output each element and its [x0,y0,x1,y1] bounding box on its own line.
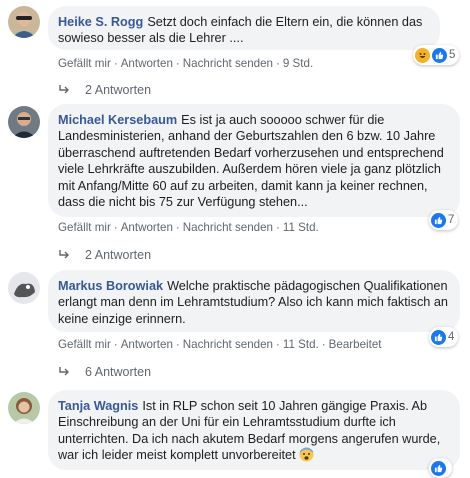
reply-link[interactable]: Antworten [121,57,173,70]
avatar[interactable] [8,106,40,138]
comment-actions: Gefällt mir · Antworten · Nachricht senden · 1… [58,221,319,234]
comment-text: Es ist ja auch sooooo schwer für die Lan… [58,113,444,210]
timestamp[interactable]: 11 Std. [283,221,319,234]
comment-bubble: Heike S. Rogg Setzt doch einfach die Elte… [48,6,440,50]
reply-arrow-icon [59,85,69,94]
fearful-face-icon [299,447,314,466]
reply-link[interactable]: Antworten [121,221,173,234]
replies-count: 2 Antworten [85,83,152,97]
replies-count: 2 Antworten [85,248,152,262]
reaction-summary[interactable]: 4 [429,327,459,347]
send-message-link[interactable]: Nachricht senden [183,338,273,351]
avatar[interactable] [8,392,40,424]
reaction-count: 5 [449,49,456,61]
reply-arrow-icon [59,250,69,259]
view-replies-link[interactable]: 6 Antworten [57,365,151,379]
like-reaction-icon [432,47,447,63]
send-message-link[interactable]: Nachricht senden [183,221,273,234]
comment-thread: Heike S. Rogg Setzt doch einfach die Elte… [0,0,470,478]
comment-actions: Gefällt mir · Antworten · Nachricht senden · 1… [58,338,382,351]
like-reaction-icon [431,460,446,476]
comment-author[interactable]: Heike S. Rogg [58,15,143,29]
reaction-summary[interactable]: 5 [413,45,460,65]
view-replies-link[interactable]: 2 Antworten [57,248,151,262]
like-link[interactable]: Gefällt mir [58,221,111,234]
comment-author[interactable]: Tanja Wagnis [58,399,138,413]
haha-reaction-icon [415,47,430,63]
like-link[interactable]: Gefällt mir [58,57,111,70]
reply-link[interactable]: Antworten [121,338,173,351]
reaction-count: 7 [448,214,455,226]
like-link[interactable]: Gefällt mir [58,338,111,351]
reaction-summary[interactable] [429,458,452,478]
timestamp[interactable]: 9 Std. [283,57,313,70]
replies-count: 6 Antworten [85,365,152,379]
comment-bubble: Markus Borowiak Welche praktische pädagog… [48,270,460,332]
send-message-link[interactable]: Nachricht senden [183,57,273,70]
avatar[interactable] [8,6,40,38]
comment-bubble: Michael Kersebaum Es ist ja auch sooooo s… [48,104,460,217]
reply-arrow-icon [59,367,69,376]
view-replies-link[interactable]: 2 Antworten [57,83,151,97]
comment-author[interactable]: Markus Borowiak [58,279,163,293]
like-reaction-icon [431,212,446,228]
reaction-summary[interactable]: 7 [429,210,459,230]
avatar[interactable] [8,272,40,304]
comment-bubble: Tanja Wagnis Ist in RLP schon seit 10 Jah… [48,390,460,470]
like-reaction-icon [431,329,446,345]
edited-label[interactable]: Bearbeitet [329,338,382,351]
comment-actions: Gefällt mir · Antworten · Nachricht senden · 9… [58,57,314,70]
reaction-count: 4 [448,331,455,343]
comment-author[interactable]: Michael Kersebaum [58,113,177,127]
timestamp[interactable]: 11 Std. [283,338,319,351]
